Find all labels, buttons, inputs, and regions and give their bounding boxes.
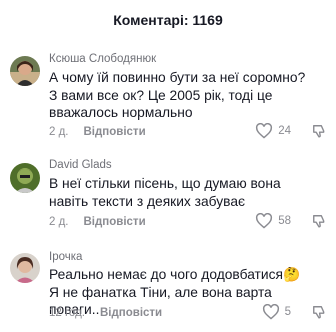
thumbs-down-icon xyxy=(313,306,325,319)
like-button[interactable]: 58 xyxy=(255,213,291,229)
thumbs-down-icon xyxy=(313,125,325,138)
avatar[interactable] xyxy=(10,253,40,283)
comment-author[interactable]: Ксюша Слободянюк xyxy=(49,53,156,65)
thumbs-down-icon xyxy=(313,215,325,228)
dislike-button[interactable] xyxy=(312,305,326,319)
heart-icon xyxy=(256,213,273,229)
comment-time: 12 год. xyxy=(49,307,85,319)
reply-button[interactable]: Відповісти xyxy=(100,307,162,319)
like-count: 5 xyxy=(284,306,291,318)
comment-meta: 2 д. Відповісти xyxy=(49,216,146,228)
avatar[interactable] xyxy=(10,56,40,86)
comment-text: А чому їй повинно бути за неї соромно? З… xyxy=(49,70,306,120)
comment-author[interactable]: David Glads xyxy=(49,159,112,171)
comment-text: В неї стільки пісень, що думаю вона наві… xyxy=(49,176,281,209)
comments-count-title: Коментарі: 1169 xyxy=(113,12,223,28)
comment-meta: 12 год. Відповісти xyxy=(49,307,162,319)
reply-button[interactable]: Відповісти xyxy=(84,126,146,138)
like-count: 58 xyxy=(278,215,291,227)
dislike-button[interactable] xyxy=(312,214,326,228)
like-count: 24 xyxy=(278,125,291,137)
comment-time: 2 д. xyxy=(49,126,69,138)
like-button[interactable]: 24 xyxy=(255,123,291,139)
like-button[interactable]: 5 xyxy=(262,304,291,320)
comments-header: Коментарі: 1169 xyxy=(0,0,336,38)
comment-meta: 2 д. Відповісти xyxy=(49,126,146,138)
heart-icon xyxy=(262,304,279,320)
reply-button[interactable]: Відповісти xyxy=(84,216,146,228)
comment-time: 2 д. xyxy=(49,216,69,228)
dislike-button[interactable] xyxy=(312,124,326,138)
comment-author[interactable]: Ірочка xyxy=(49,251,82,263)
avatar[interactable] xyxy=(10,163,40,193)
heart-icon xyxy=(256,123,273,139)
